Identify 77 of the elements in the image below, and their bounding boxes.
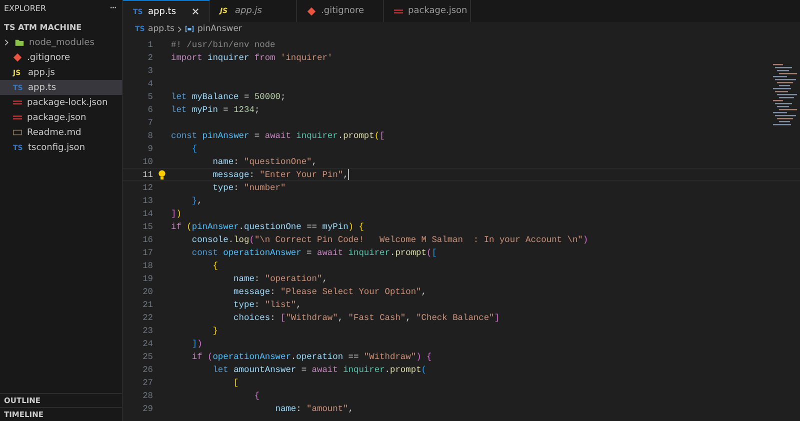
line-number: 11: [142, 170, 153, 180]
breadcrumb-file[interactable]: app.ts: [148, 24, 174, 34]
code-line: choices: ["Withdraw", "Fast Cash", "Check Balance"]: [232, 312, 500, 322]
code-line: name: "questionOne",: [212, 156, 317, 166]
line-number: 27: [142, 378, 153, 388]
code-line: type: "number": [212, 182, 286, 192]
folder-title[interactable]: TS ATM MACHINE: [0, 17, 122, 35]
code-line: }: [212, 326, 218, 336]
code-line: const operationAnswer = await inquirer.prompt([: [190, 248, 437, 258]
line-number: 4: [146, 78, 153, 88]
more-actions-button[interactable]: ···: [109, 3, 116, 14]
line-number: 1: [146, 40, 153, 50]
code-line: message: "Please Select Your Option",: [232, 286, 426, 296]
close-icon[interactable]: [192, 8, 199, 15]
code-line: },: [190, 196, 202, 206]
diamond-icon: [307, 6, 316, 16]
file-item[interactable]: Readme.md: [0, 125, 122, 140]
code-line: {: [253, 390, 260, 400]
code-line: #! /usr/bin/env node: [171, 40, 276, 50]
code-line: if (operationAnswer.operation == "Withdraw") {: [190, 352, 432, 362]
line-number: 19: [142, 274, 153, 284]
line-number: 2: [146, 52, 153, 62]
code-line: ]): [171, 208, 182, 218]
variable-symbol-icon: [185, 25, 194, 33]
line-number: 3: [146, 66, 153, 76]
document-icon: [13, 128, 22, 137]
line-number: 13: [142, 196, 153, 206]
file-item[interactable]: .gitignore: [0, 50, 122, 65]
explorer-title: EXPLORER: [4, 4, 46, 13]
file-item[interactable]: package.json: [0, 110, 122, 125]
code-line: name: "operation",: [232, 274, 328, 284]
code-line: message: "Enter Your Pin",: [212, 169, 350, 180]
code-line: if (pinAnswer.questionOne == myPin) {: [171, 222, 364, 232]
line-number: 18: [142, 260, 153, 270]
package-file-icon: [394, 6, 403, 16]
chevron-right-icon: [3, 39, 10, 46]
code-line: import inquirer from 'inquirer': [171, 52, 333, 62]
line-number: 15: [142, 222, 153, 232]
line-number: 8: [146, 130, 153, 140]
line-number: 21: [142, 300, 153, 310]
line-number: 24: [142, 338, 153, 348]
code-line: {: [212, 260, 218, 270]
code-line: {: [190, 144, 198, 154]
code-line: name: "amount",: [274, 404, 354, 414]
line-number: 7: [146, 118, 153, 128]
code-line: const pinAnswer = await inquirer.prompt([: [171, 130, 385, 140]
line-number: 23: [142, 326, 153, 336]
line-number: 22: [142, 312, 153, 322]
code-line: ]): [190, 338, 202, 348]
file-item[interactable]: node_modules: [0, 35, 122, 50]
line-number: 6: [146, 104, 153, 114]
code-line: console.log("\n Correct Pin Code! Welcome M Salman : In your Account \n"): [190, 234, 588, 244]
line-number: 17: [142, 248, 153, 258]
line-number: 14: [142, 208, 153, 218]
line-number: 10: [142, 156, 153, 166]
code-line: type: "list",: [232, 300, 302, 310]
package-file-icon: [13, 113, 22, 122]
line-number: 12: [142, 182, 153, 192]
code-line: let myPin = 1234;: [171, 104, 260, 114]
line-number: 20: [142, 286, 153, 296]
lightbulb-icon[interactable]: [158, 170, 166, 180]
line-number: 5: [146, 92, 153, 102]
code-line: let amountAnswer = await inquirer.prompt(: [212, 364, 426, 374]
line-number: 16: [142, 234, 153, 244]
folder-icon: [15, 38, 24, 47]
code-line: let myBalance = 50000;: [171, 92, 286, 102]
line-number: 9: [146, 144, 153, 154]
line-number: 28: [142, 390, 153, 400]
line-number: 29: [142, 404, 153, 414]
line-number: 25: [142, 352, 153, 362]
line-number: 26: [142, 364, 153, 374]
file-item[interactable]: package-lock.json: [0, 95, 122, 110]
diamond-icon: [13, 53, 22, 62]
breadcrumb-symbol[interactable]: pinAnswer: [197, 24, 242, 34]
chevron-right-icon: [177, 26, 182, 32]
code-line: [: [232, 378, 239, 388]
package-file-icon: [13, 98, 22, 107]
